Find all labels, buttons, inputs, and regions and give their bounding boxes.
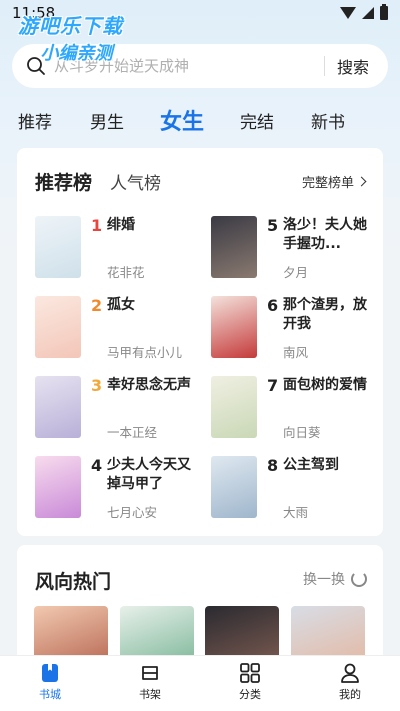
tab-male[interactable]: 男生 xyxy=(90,108,124,133)
category-icon xyxy=(240,663,260,683)
book-author: 向日葵 xyxy=(283,425,321,440)
status-icons xyxy=(340,4,388,20)
rank-number: 8 xyxy=(267,456,279,475)
ranking-book-item[interactable]: 4 少夫人今天又掉马甲了七月心安 xyxy=(35,456,205,520)
watermark-line2: 小编亲测 xyxy=(40,43,113,64)
book-cover[interactable] xyxy=(211,296,257,358)
watermark: 游吧乐下载 小编亲测 xyxy=(18,10,123,65)
signal-icon xyxy=(362,7,374,19)
book-author: 大雨 xyxy=(283,505,309,520)
book-cover[interactable] xyxy=(211,376,257,438)
wifi-icon xyxy=(340,7,356,19)
book-title[interactable]: 洛少！夫人她手握功... xyxy=(283,216,375,254)
watermark-line1: 游吧乐下载 xyxy=(18,14,123,38)
ranking-card: 推荐榜 人气榜 完整榜单 1 绯婚花非花 5 洛少！夫人她手握功... 夕月 2 孤女马甲有… xyxy=(17,148,383,536)
bottom-nav: 书城 书架 分类 我的 xyxy=(0,655,400,711)
book-author: 夕月 xyxy=(283,265,309,280)
refresh-button[interactable]: 换一换 xyxy=(303,569,367,589)
profile-icon xyxy=(341,663,359,683)
ranking-book-item[interactable]: 7 面包树的爱情向日葵 xyxy=(211,376,381,440)
ranking-header: 推荐榜 人气榜 xyxy=(35,168,161,195)
bookshelf-icon xyxy=(142,666,158,680)
nav-bookstore[interactable]: 书城 xyxy=(20,662,80,702)
book-cover[interactable] xyxy=(35,296,81,358)
ranking-book-item[interactable]: 1 绯婚花非花 xyxy=(35,216,205,280)
refresh-label: 换一换 xyxy=(303,572,345,588)
rank-number: 3 xyxy=(91,376,103,395)
book-title[interactable]: 面包树的爱情 xyxy=(283,376,375,395)
nav-bookshelf-label: 书架 xyxy=(139,688,161,701)
book-author: 花非花 xyxy=(107,265,145,280)
full-ranking-link[interactable]: 完整榜单 xyxy=(301,172,367,191)
ranking-title[interactable]: 推荐榜 xyxy=(35,168,92,195)
nav-bookstore-label: 书城 xyxy=(39,688,61,701)
rank-number: 7 xyxy=(267,376,279,395)
search-button[interactable]: 搜索 xyxy=(325,54,381,78)
book-title[interactable]: 公主驾到 xyxy=(283,456,375,475)
nav-profile-label: 我的 xyxy=(339,688,361,701)
rank-number: 5 xyxy=(267,216,279,235)
book-author: 一本正经 xyxy=(107,425,158,440)
book-author: 马甲有点小儿 xyxy=(107,345,183,360)
book-cover[interactable] xyxy=(211,456,257,518)
ranking-book-item[interactable]: 3 幸好思念无声一本正经 xyxy=(35,376,205,440)
battery-icon xyxy=(380,4,388,20)
rank-number: 2 xyxy=(91,296,103,315)
book-title[interactable]: 绯婚 xyxy=(107,216,199,235)
popularity-title[interactable]: 人气榜 xyxy=(110,169,161,194)
rank-number: 6 xyxy=(267,296,279,315)
book-title[interactable]: 孤女 xyxy=(107,296,199,315)
book-author: 七月心安 xyxy=(107,505,158,520)
ranking-book-item[interactable]: 6 那个渣男，放开我南风 xyxy=(211,296,381,360)
nav-profile[interactable]: 我的 xyxy=(320,662,380,702)
book-cover[interactable] xyxy=(35,216,81,278)
book-title[interactable]: 幸好思念无声 xyxy=(107,376,199,395)
nav-bookshelf[interactable]: 书架 xyxy=(120,662,180,702)
tab-completed[interactable]: 完结 xyxy=(240,108,274,133)
rank-number: 1 xyxy=(91,216,103,235)
category-tabs: 推荐 男生 女生 完结 新书 xyxy=(0,100,400,140)
tab-female[interactable]: 女生 xyxy=(160,104,204,136)
full-ranking-label: 完整榜单 xyxy=(301,176,354,191)
tab-recommend[interactable]: 推荐 xyxy=(18,108,52,133)
trending-title: 风向热门 xyxy=(35,571,112,593)
book-title[interactable]: 少夫人今天又掉马甲了 xyxy=(107,456,199,494)
refresh-icon xyxy=(351,571,367,587)
bookstore-icon xyxy=(42,664,58,682)
nav-category-label: 分类 xyxy=(239,688,261,701)
nav-category[interactable]: 分类 xyxy=(220,662,280,702)
ranking-book-item[interactable]: 5 洛少！夫人她手握功... 夕月 xyxy=(211,216,381,280)
book-author: 南风 xyxy=(283,345,309,360)
ranking-book-item[interactable]: 2 孤女马甲有点小儿 xyxy=(35,296,205,360)
ranking-book-item[interactable]: 8 公主驾到大雨 xyxy=(211,456,381,520)
book-cover[interactable] xyxy=(35,456,81,518)
rank-number: 4 xyxy=(91,456,103,475)
trending-card: 风向热门 换一换 xyxy=(17,545,383,665)
book-cover[interactable] xyxy=(211,216,257,278)
chevron-right-icon xyxy=(356,176,367,187)
tab-new-books[interactable]: 新书 xyxy=(311,108,345,133)
book-cover[interactable] xyxy=(35,376,81,438)
book-title[interactable]: 那个渣男，放开我 xyxy=(283,296,375,334)
